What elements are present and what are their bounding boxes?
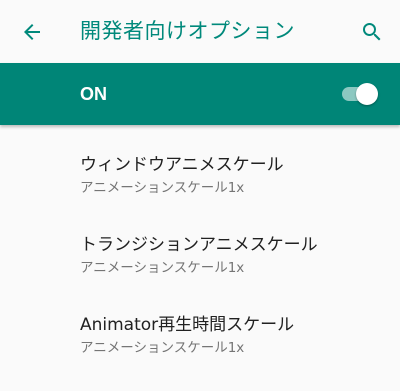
pref-animator-duration-scale[interactable]: Animator再生時間スケール アニメーションスケール1x [0, 285, 400, 365]
pref-summary: アニメーションスケール1x [80, 340, 245, 356]
master-switch-bar[interactable]: ON [0, 63, 400, 125]
pref-summary: アニメーションスケール1x [80, 260, 245, 276]
pref-window-animation-scale[interactable]: ウィンドウアニメスケール アニメーションスケール1x [0, 125, 400, 205]
pref-title: トランジションアニメスケール [80, 235, 318, 255]
master-toggle-switch[interactable] [340, 82, 380, 106]
page-title: 開発者向けオプション [80, 19, 295, 43]
back-button[interactable] [14, 14, 50, 50]
arrow-back-icon [24, 24, 40, 40]
master-switch-label: ON [80, 84, 107, 104]
pref-title: Animator再生時間スケール [80, 315, 295, 335]
app-bar: 開発者向けオプション [0, 0, 400, 63]
pref-title: ウィンドウアニメスケール [80, 155, 284, 175]
pref-summary: アニメーションスケール1x [80, 180, 245, 196]
pref-transition-animation-scale[interactable]: トランジションアニメスケール アニメーションスケール1x [0, 205, 400, 285]
switch-thumb [356, 83, 378, 105]
search-button[interactable] [354, 14, 390, 50]
search-icon [363, 23, 381, 41]
